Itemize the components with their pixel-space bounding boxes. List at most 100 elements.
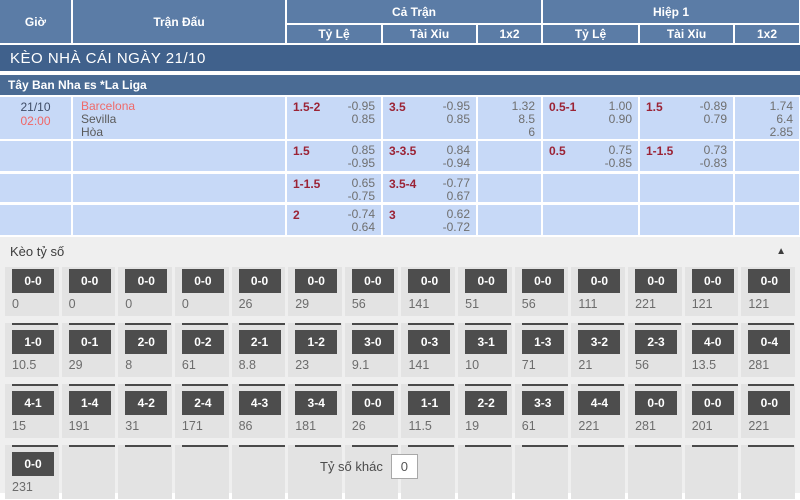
other-score-control: Tỷ số khác [320,454,418,479]
score-option[interactable]: 0-1 [69,330,111,354]
score-option[interactable]: 3-2 [578,330,620,354]
score-cell: 1-371 [515,323,569,377]
ft-overunder-cell[interactable]: 3.5-0.950.85 [383,97,476,139]
score-option[interactable]: 0-0 [635,269,677,293]
ft-1x2-odd-value[interactable]: 6 [512,126,535,139]
score-cell [232,445,286,499]
league-banner[interactable]: Tây Ban Nha ᴇs *La Liga [0,75,800,95]
ft-handicap-cell[interactable]: 1.50.85-0.95 [287,141,381,171]
row-divider-line [352,384,398,386]
ft-handicap-odds[interactable]: -0.950.85 [348,100,375,126]
h1-handicap-odd-value[interactable]: -0.85 [605,157,632,170]
h1-1x2-cell[interactable]: 1.746.42.85 [735,97,799,139]
score-option[interactable]: 0-0 [12,452,54,476]
time-cell: 21/1002:00 [0,97,71,139]
score-option[interactable]: 3-1 [465,330,507,354]
score-option[interactable]: 3-0 [352,330,394,354]
score-option[interactable]: 1-4 [69,391,111,415]
score-option[interactable]: 2-1 [239,330,281,354]
score-option[interactable]: 0-0 [522,269,564,293]
score-option[interactable]: 1-3 [522,330,564,354]
score-option[interactable]: 0-0 [12,269,54,293]
score-option[interactable]: 0-0 [578,269,620,293]
score-option[interactable]: 0-0 [182,269,224,293]
score-cell [628,445,682,499]
ft-1x2-odds[interactable]: 1.328.56 [512,100,535,139]
ft-handicap-odd-value[interactable]: 0.64 [348,221,375,234]
score-option[interactable]: 2-0 [125,330,167,354]
ft-overunder-cell[interactable]: 3.5-4-0.770.67 [383,174,476,202]
col-header-time: Giờ [0,0,71,43]
ft-handicap-odds[interactable]: 0.65-0.75 [348,177,375,203]
h1-1x2-odds[interactable]: 1.746.42.85 [770,100,793,139]
h1-overunder-odd-value[interactable]: 0.79 [700,113,727,126]
score-option[interactable]: 4-3 [239,391,281,415]
score-option[interactable]: 0-0 [465,269,507,293]
score-option[interactable]: 4-4 [578,391,620,415]
score-cell: 0-00 [62,267,116,316]
collapse-arrow-icon[interactable]: ▲ [776,246,786,257]
ft-overunder-odd-value[interactable]: -0.94 [443,157,470,170]
score-option[interactable]: 0-3 [408,330,450,354]
score-option[interactable]: 1-2 [295,330,337,354]
row-divider-line [578,323,624,325]
ft-handicap-cell[interactable]: 2-0.740.64 [287,205,381,235]
h1-overunder-odds[interactable]: -0.890.79 [700,100,727,126]
score-option[interactable]: 2-2 [465,391,507,415]
h1-1x2-odd-value[interactable]: 2.85 [770,126,793,139]
ft-overunder-odds[interactable]: -0.950.85 [443,100,470,126]
score-option[interactable]: 0-0 [692,269,734,293]
score-option[interactable]: 1-0 [12,330,54,354]
ft-overunder-odds[interactable]: 0.62-0.72 [443,208,470,234]
ft-handicap-odds[interactable]: 0.85-0.95 [348,144,375,170]
ft-handicap-cell[interactable]: 1-1.50.65-0.75 [287,174,381,202]
score-option[interactable]: 0-0 [692,391,734,415]
score-option[interactable]: 0-0 [352,269,394,293]
score-option[interactable]: 3-3 [522,391,564,415]
ft-handicap-odd-value[interactable]: -0.95 [348,157,375,170]
h1-handicap-cell[interactable]: 0.5-11.000.90 [543,97,638,139]
h1-overunder-cell[interactable]: 1.5-0.890.79 [640,97,733,139]
score-option[interactable]: 0-0 [352,391,394,415]
ft-handicap-odds[interactable]: -0.740.64 [348,208,375,234]
h1-handicap-odds[interactable]: 1.000.90 [609,100,632,126]
ft-overunder-cell[interactable]: 3-3.50.84-0.94 [383,141,476,171]
score-option[interactable]: 1-1 [408,391,450,415]
ft-1x2-cell[interactable]: 1.328.56 [478,97,541,139]
h1-handicap-odd-value[interactable]: 0.90 [609,113,632,126]
score-option[interactable]: 0-0 [635,391,677,415]
score-option[interactable]: 4-0 [692,330,734,354]
score-option[interactable]: 0-2 [182,330,224,354]
score-option[interactable]: 4-1 [12,391,54,415]
score-option[interactable]: 0-0 [69,269,111,293]
score-option[interactable]: 0-0 [125,269,167,293]
score-option[interactable]: 2-3 [635,330,677,354]
score-odds: 29 [69,358,116,373]
ft-overunder-odd-value[interactable]: -0.72 [443,221,470,234]
score-cell: 0-261 [175,323,229,377]
score-option[interactable]: 2-4 [182,391,224,415]
h1-overunder-cell[interactable]: 1-1.50.73-0.83 [640,141,733,171]
score-option[interactable]: 0-0 [748,391,790,415]
ft-handicap-odd-value[interactable]: -0.75 [348,190,375,203]
h1-handicap-cell[interactable]: 0.50.75-0.85 [543,141,638,171]
score-option[interactable]: 0-4 [748,330,790,354]
ft-overunder-cell[interactable]: 30.62-0.72 [383,205,476,235]
score-option[interactable]: 0-0 [239,269,281,293]
ft-overunder-odd-value[interactable]: 0.67 [443,190,470,203]
h1-overunder-odd-value[interactable]: -0.83 [700,157,727,170]
ft-overunder-odds[interactable]: 0.84-0.94 [443,144,470,170]
other-score-input[interactable] [391,454,418,479]
ft-handicap-cell[interactable]: 1.5-2-0.950.85 [287,97,381,139]
h1-handicap-odds[interactable]: 0.75-0.85 [605,144,632,170]
score-option[interactable]: 4-2 [125,391,167,415]
h1-overunder-odds[interactable]: 0.73-0.83 [700,144,727,170]
score-option[interactable]: 0-0 [295,269,337,293]
ft-overunder-odds[interactable]: -0.770.67 [443,177,470,203]
ft-overunder-odd-value[interactable]: 0.85 [443,113,470,126]
ft-handicap-odd-value[interactable]: 0.85 [348,113,375,126]
score-option[interactable]: 3-4 [295,391,337,415]
score-odds: 61 [182,358,229,373]
score-option[interactable]: 0-0 [748,269,790,293]
score-option[interactable]: 0-0 [408,269,450,293]
